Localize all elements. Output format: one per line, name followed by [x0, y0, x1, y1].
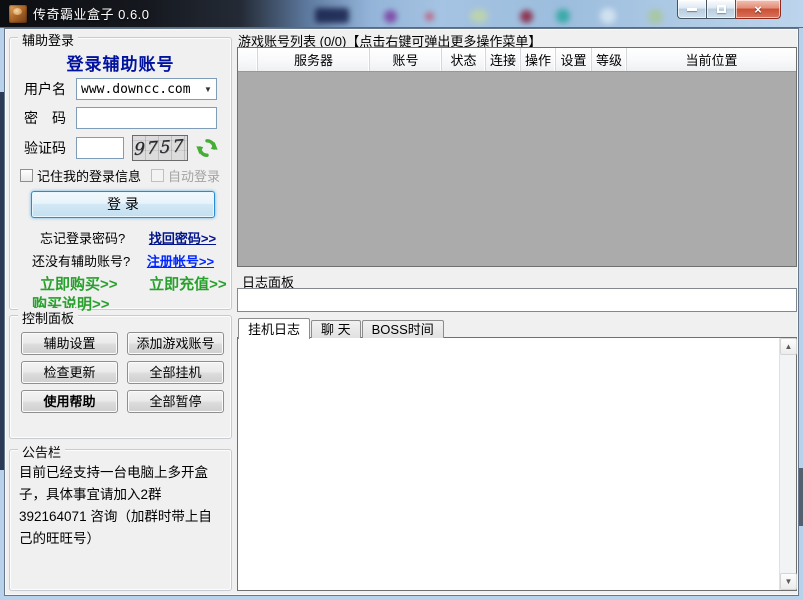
register-account-link[interactable]: 注册帐号>>: [147, 254, 214, 269]
hangup-all-button[interactable]: 全部挂机: [127, 361, 224, 384]
forgot-password-text: 忘记登录密码?: [40, 231, 125, 246]
autologin-label: 自动登录: [168, 166, 220, 185]
account-table[interactable]: 服务器 账号 状态 连接 操作 设置 等级 当前位置: [237, 47, 797, 267]
check-update-button[interactable]: 检查更新: [21, 361, 118, 384]
username-combobox[interactable]: www.downcc.com ▼: [76, 78, 217, 100]
username-value: www.downcc.com: [77, 82, 200, 97]
recover-password-link[interactable]: 找回密码>>: [149, 231, 216, 246]
password-field[interactable]: [76, 107, 217, 129]
autologin-checkbox: [151, 169, 164, 182]
app-window: 传奇霸业盒子 0.6.0 × 辅助登录 登录辅助账号 用户名 www.downc…: [0, 0, 803, 600]
control-groupbox: 控制面板 辅助设置 添加游戏账号 检查更新 全部挂机 使用帮助 全部暂停: [9, 315, 232, 439]
captcha-image[interactable]: 9757: [132, 135, 188, 161]
column-header-server[interactable]: 服务器: [258, 48, 370, 71]
remember-checkbox[interactable]: [20, 169, 33, 182]
buy-now-link[interactable]: 立即购买>>: [40, 276, 118, 293]
scroll-down-icon[interactable]: ▼: [780, 573, 797, 590]
announcement-group-label: 公告栏: [18, 442, 65, 461]
announcement-groupbox: 公告栏 目前已经支持一台电脑上多开盒子，具体事宜请加入2群 392164071 …: [9, 449, 232, 591]
client-area: 辅助登录 登录辅助账号 用户名 www.downcc.com ▼ 密 码 验证码…: [4, 28, 799, 596]
column-header-connect[interactable]: 连接: [486, 48, 521, 71]
maximize-button[interactable]: [707, 0, 736, 19]
column-header-settings[interactable]: 设置: [556, 48, 592, 71]
username-label: 用户名: [24, 79, 76, 99]
close-button[interactable]: ×: [736, 0, 781, 19]
login-group-label: 辅助登录: [18, 30, 78, 49]
window-edge-shade: [799, 468, 803, 526]
tab-chat[interactable]: 聊 天: [311, 320, 361, 338]
remember-label: 记住我的登录信息: [37, 166, 141, 185]
no-account-text: 还没有辅助账号?: [32, 254, 130, 269]
add-game-account-button[interactable]: 添加游戏账号: [127, 332, 224, 355]
minimize-button[interactable]: [677, 0, 707, 19]
login-header: 登录辅助账号: [10, 50, 231, 75]
pause-all-button[interactable]: 全部暂停: [127, 390, 224, 413]
titlebar[interactable]: 传奇霸业盒子 0.6.0 ×: [0, 0, 803, 28]
recharge-now-link[interactable]: 立即充值>>: [149, 276, 227, 293]
app-icon: [9, 5, 27, 23]
assist-settings-button[interactable]: 辅助设置: [21, 332, 118, 355]
login-groupbox: 辅助登录 登录辅助账号 用户名 www.downcc.com ▼ 密 码 验证码…: [9, 37, 232, 310]
chevron-down-icon[interactable]: ▼: [200, 85, 216, 94]
account-table-header: 服务器 账号 状态 连接 操作 设置 等级 当前位置: [238, 48, 796, 72]
log-tabbar: 挂机日志 聊 天 BOSS时间: [238, 317, 445, 338]
login-button[interactable]: 登 录: [31, 191, 215, 218]
captcha-digits: 9757: [134, 136, 186, 160]
tab-boss-time[interactable]: BOSS时间: [362, 320, 444, 338]
close-icon: ×: [754, 2, 762, 17]
help-button[interactable]: 使用帮助: [21, 390, 118, 413]
captcha-label: 验证码: [24, 138, 76, 158]
password-label: 密 码: [24, 108, 76, 128]
minimize-icon: [687, 8, 697, 11]
column-header-level[interactable]: 等级: [592, 48, 627, 71]
window-title: 传奇霸业盒子 0.6.0: [33, 4, 150, 23]
column-header-operate[interactable]: 操作: [521, 48, 556, 71]
column-header-account[interactable]: 账号: [370, 48, 442, 71]
log-content-area[interactable]: ▲ ▼: [237, 337, 797, 591]
refresh-icon[interactable]: [196, 137, 218, 159]
column-header-blank[interactable]: [238, 48, 258, 71]
announcement-text: 目前已经支持一台电脑上多开盒子，具体事宜请加入2群 392164071 咨询（加…: [19, 462, 223, 550]
captcha-field[interactable]: [76, 137, 124, 159]
column-header-location[interactable]: 当前位置: [627, 48, 796, 71]
tab-hangup-log[interactable]: 挂机日志: [238, 318, 310, 339]
log-scrollbar[interactable]: ▲ ▼: [779, 338, 796, 590]
window-controls: ×: [677, 0, 781, 19]
control-group-label: 控制面板: [18, 308, 78, 327]
maximize-icon: [717, 5, 726, 13]
log-command-input[interactable]: [237, 288, 797, 312]
column-header-status[interactable]: 状态: [442, 48, 486, 71]
scroll-up-icon[interactable]: ▲: [780, 338, 797, 355]
